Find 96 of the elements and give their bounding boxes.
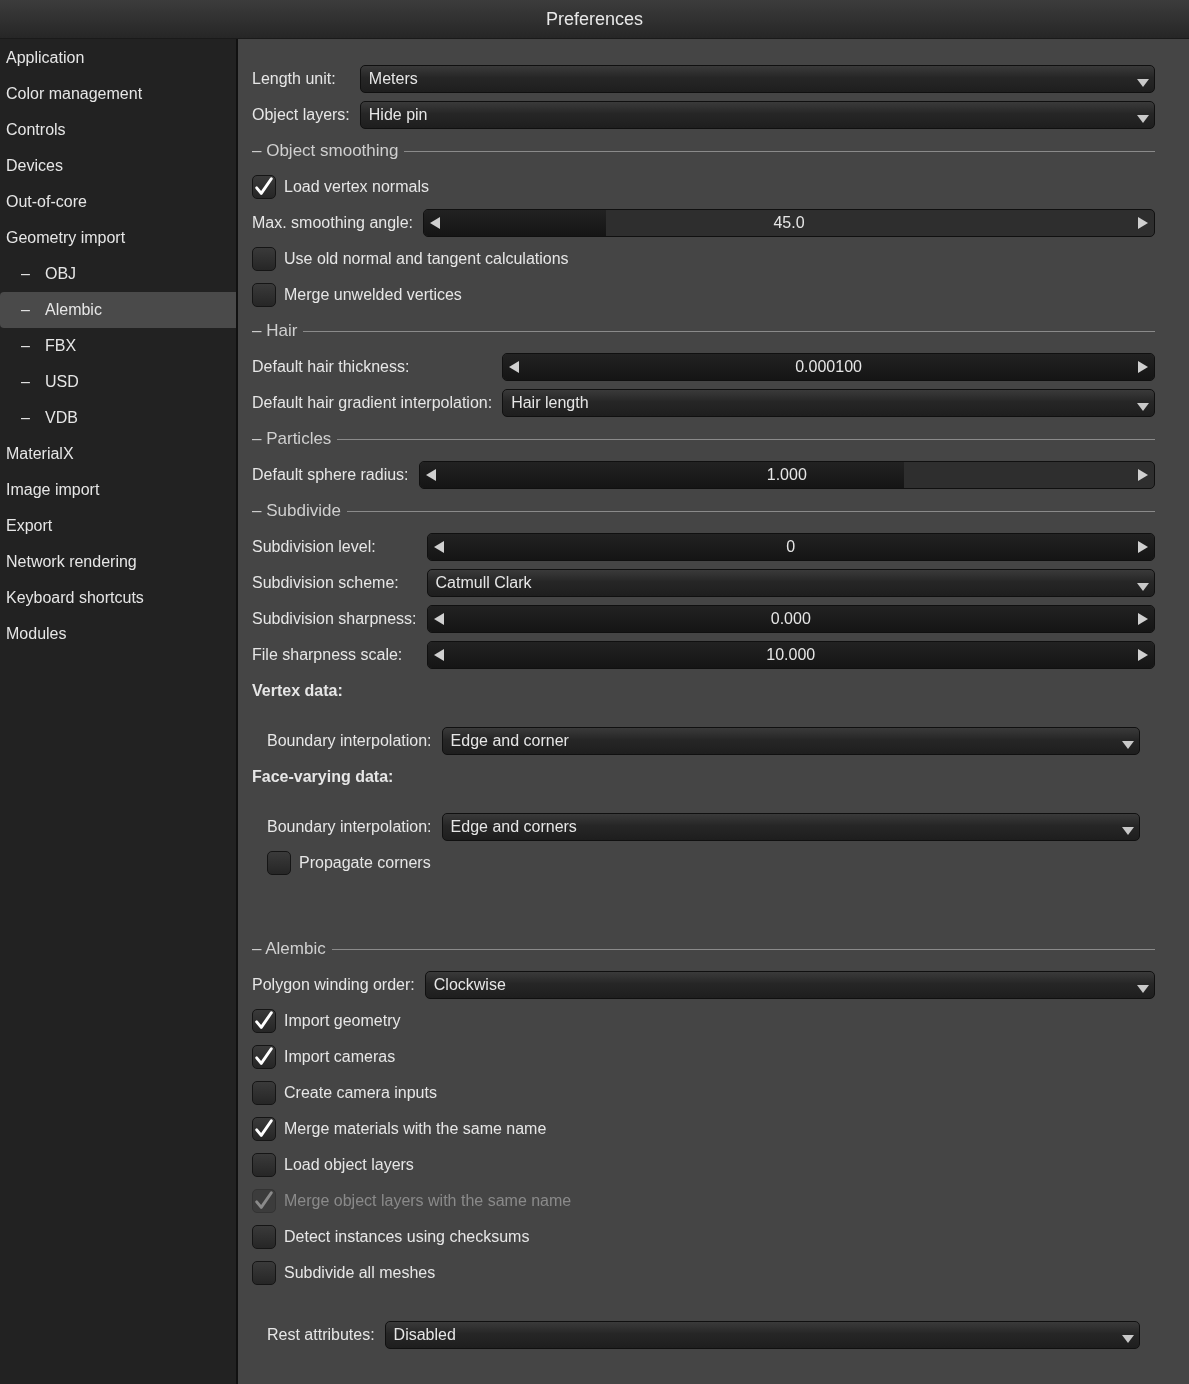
caret-icon	[1122, 740, 1134, 750]
field-label: Length unit:	[252, 70, 337, 88]
dropdown[interactable]: Meters	[359, 65, 1155, 93]
sidebar-item[interactable]: – OBJ	[0, 256, 236, 292]
checkbox[interactable]	[252, 283, 276, 307]
increment-arrow-icon[interactable]	[1138, 217, 1148, 229]
checkbox-label: Subdivide all meshes	[284, 1264, 436, 1282]
sidebar-item[interactable]: – USD	[0, 364, 236, 400]
dropdown[interactable]: Edge and corners	[441, 813, 1140, 841]
sidebar-item[interactable]: Modules	[0, 616, 236, 652]
decrement-arrow-icon[interactable]	[433, 649, 444, 661]
checkbox-label: Merge object layers with the same name	[284, 1192, 572, 1210]
sidebar-item[interactable]: Geometry import	[0, 220, 236, 256]
sidebar-item[interactable]: Controls	[0, 112, 236, 148]
group-heading: Vertex data:	[252, 681, 343, 701]
slider[interactable]: 0.000	[426, 605, 1155, 633]
sidebar-item[interactable]: – VDB	[0, 400, 236, 436]
sidebar-item[interactable]: Network rendering	[0, 544, 236, 580]
checkbox[interactable]	[252, 1045, 276, 1069]
dropdown[interactable]: Edge and corner	[441, 727, 1140, 755]
checkbox[interactable]	[267, 851, 291, 875]
checkbox[interactable]	[252, 1153, 276, 1177]
increment-arrow-icon[interactable]	[1138, 361, 1148, 373]
slider[interactable]: 45.0	[423, 209, 1155, 237]
checkbox[interactable]	[252, 1081, 276, 1105]
checkbox[interactable]	[252, 247, 276, 271]
caret-icon	[1122, 826, 1134, 836]
slider[interactable]: 0.000100	[502, 353, 1155, 381]
field-label: Boundary interpolation:	[267, 818, 432, 836]
section-title: – Hair	[252, 321, 298, 341]
section-title: – Subdivide	[252, 501, 341, 521]
increment-arrow-icon[interactable]	[1138, 469, 1148, 481]
checkbox[interactable]	[252, 175, 276, 199]
sidebar-item[interactable]: Image import	[0, 472, 236, 508]
decrement-arrow-icon[interactable]	[425, 469, 436, 481]
field-label: Default hair thickness:	[252, 358, 411, 376]
increment-arrow-icon[interactable]	[1138, 613, 1148, 625]
decrement-arrow-icon[interactable]	[509, 361, 520, 373]
checkbox-label: Load object layers	[284, 1156, 414, 1174]
dropdown[interactable]: Catmull Clark	[426, 569, 1155, 597]
caret-icon	[1137, 402, 1149, 412]
decrement-arrow-icon[interactable]	[430, 217, 440, 229]
field-label: Default hair gradient interpolation:	[252, 394, 493, 412]
slider[interactable]: 1.000	[418, 461, 1155, 489]
caret-icon	[1137, 78, 1149, 88]
field-label: File sharpness scale:	[252, 646, 404, 664]
checkbox[interactable]	[252, 1009, 276, 1033]
slider[interactable]: 0	[426, 533, 1155, 561]
checkbox-label: Merge materials with the same name	[284, 1120, 547, 1138]
sidebar-item[interactable]: Application	[0, 40, 236, 76]
field-label: Subdivision scheme:	[252, 574, 400, 592]
checkbox-label: Detect instances using checksums	[284, 1228, 530, 1246]
sidebar-item[interactable]: Out-of-core	[0, 184, 236, 220]
checkbox-label: Merge unwelded vertices	[284, 286, 462, 304]
sidebar-item[interactable]: Color management	[0, 76, 236, 112]
checkbox[interactable]	[252, 1225, 276, 1249]
field-label: Object layers:	[252, 106, 350, 124]
field-label: Subdivision level:	[252, 538, 377, 556]
checkbox-label: Create camera inputs	[284, 1084, 437, 1102]
caret-icon	[1137, 114, 1149, 124]
field-label: Boundary interpolation:	[267, 732, 432, 750]
checkbox-label: Import cameras	[284, 1048, 396, 1066]
sidebar-item[interactable]: MaterialX	[0, 436, 236, 472]
checkbox-label: Propagate corners	[299, 854, 431, 872]
increment-arrow-icon[interactable]	[1138, 649, 1148, 661]
decrement-arrow-icon[interactable]	[433, 613, 444, 625]
dropdown[interactable]: Hide pin	[359, 101, 1155, 129]
field-label: Default sphere radius:	[252, 466, 409, 484]
caret-icon	[1122, 1334, 1134, 1344]
field-label: Rest attributes:	[267, 1326, 375, 1344]
sidebar-item[interactable]: Export	[0, 508, 236, 544]
section-title: – Particles	[252, 429, 332, 449]
section-title: – Alembic	[252, 939, 326, 959]
window-title: Preferences	[545, 8, 644, 30]
slider[interactable]: 10.000	[426, 641, 1155, 669]
dropdown[interactable]: Disabled	[384, 1321, 1140, 1349]
sidebar-item[interactable]: – FBX	[0, 328, 236, 364]
caret-icon	[1137, 984, 1149, 994]
caret-icon	[1137, 582, 1149, 592]
checkbox-label: Import geometry	[284, 1012, 401, 1030]
checkbox-label: Use old normal and tangent calculations	[284, 250, 569, 268]
sidebar-item[interactable]: Keyboard shortcuts	[0, 580, 236, 616]
dropdown[interactable]: Hair length	[502, 389, 1155, 417]
increment-arrow-icon[interactable]	[1138, 541, 1148, 553]
section-title: – Object smoothing	[252, 141, 399, 161]
dropdown[interactable]: Clockwise	[424, 971, 1155, 999]
decrement-arrow-icon[interactable]	[433, 541, 444, 553]
checkbox-label: Load vertex normals	[284, 178, 429, 196]
field-label: Max. smoothing angle:	[252, 214, 413, 232]
checkbox[interactable]	[252, 1117, 276, 1141]
sidebar-item[interactable]: – Alembic	[0, 292, 236, 328]
field-label: Polygon winding order:	[252, 976, 415, 994]
checkbox[interactable]	[252, 1261, 276, 1285]
field-label: Subdivision sharpness:	[252, 610, 417, 628]
sidebar-item[interactable]: Devices	[0, 148, 236, 184]
group-heading: Face-varying data:	[252, 767, 394, 787]
